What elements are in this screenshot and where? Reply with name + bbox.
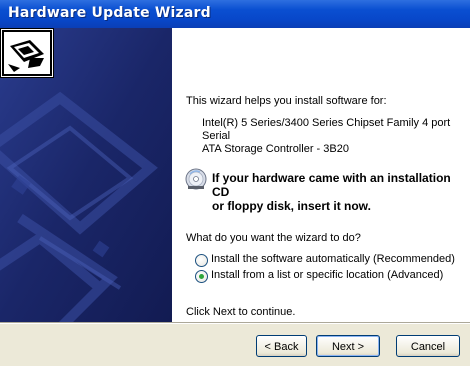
device-line-2: ATA Storage Controller - 3B20 — [202, 143, 349, 155]
radio-button[interactable] — [195, 254, 208, 267]
hardware-update-wizard-window: Hardware Update Wizard This wizard helps… — [0, 0, 470, 366]
device-line-1: Intel(R) 5 Series/3400 Series Chipset Fa… — [202, 117, 451, 142]
wizard-content: This wizard helps you install software f… — [172, 28, 470, 322]
option-label[interactable]: Install from a list or specific location… — [211, 269, 443, 281]
window-title: Hardware Update Wizard — [8, 5, 211, 21]
cd-disk-icon — [185, 168, 207, 190]
cd-line-2: or floppy disk, insert it now. — [212, 199, 371, 213]
wizard-banner-panel — [0, 28, 172, 322]
next-button[interactable]: Next > — [316, 335, 380, 357]
hardware-wizard-icon — [0, 28, 54, 78]
device-name: Intel(R) 5 Series/3400 Series Chipset Fa… — [202, 117, 470, 156]
radio-button-selected[interactable] — [195, 270, 208, 283]
question-text: What do you want the wizard to do? — [186, 232, 361, 244]
cancel-button[interactable]: Cancel — [396, 335, 460, 357]
cd-line-1: If your hardware came with an installati… — [212, 171, 451, 199]
button-bar: < Back Next > Cancel — [0, 324, 470, 366]
continue-hint: Click Next to continue. — [186, 306, 296, 318]
cd-instruction: If your hardware came with an installati… — [212, 171, 467, 213]
option-label[interactable]: Install the software automatically (Reco… — [211, 253, 455, 265]
title-bar[interactable]: Hardware Update Wizard — [0, 0, 470, 28]
intro-text: This wizard helps you install software f… — [186, 95, 387, 107]
back-button[interactable]: < Back — [256, 335, 307, 357]
